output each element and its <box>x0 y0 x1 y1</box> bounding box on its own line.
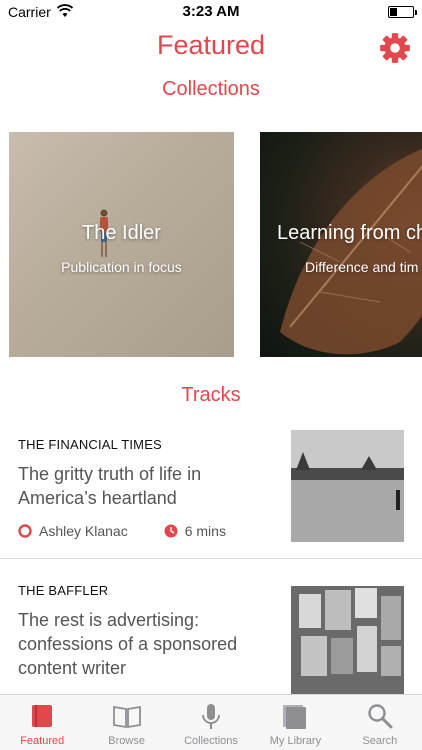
track-item[interactable]: THE FINANCIAL TIMES The gritty truth of … <box>0 430 422 558</box>
collection-card-idler[interactable]: The Idler Publication in focus <box>9 132 234 357</box>
track-title: The rest is advertising: confessions of … <box>18 610 238 678</box>
tracks-heading: Tracks <box>181 384 241 406</box>
collections-carousel[interactable]: The Idler Publication in focus Learning … <box>0 132 422 357</box>
track-item[interactable]: THE BAFFLER The rest is advertising: con… <box>0 576 422 698</box>
microphone-icon <box>202 704 220 729</box>
gear-icon[interactable] <box>378 31 412 65</box>
library-stack-icon <box>283 705 307 729</box>
magnifier-icon <box>368 704 393 729</box>
track-duration: 6 mins <box>184 523 226 539</box>
tab-label: Collections <box>184 735 238 747</box>
tab-label: My Library <box>269 735 322 747</box>
track-meta: Ashley Klanac 6 mins <box>18 523 226 539</box>
book-filled-icon <box>32 705 53 727</box>
tab-collections[interactable]: Collections <box>169 695 253 750</box>
track-source: THE FINANCIAL TIMES <box>18 437 162 452</box>
page-title: Featured <box>156 30 266 60</box>
tab-my-library[interactable]: My Library <box>253 695 337 750</box>
track-thumbnail-lake <box>291 430 404 542</box>
collection-card-subtitle: Difference and tim <box>305 259 419 275</box>
clock-icon <box>164 524 178 538</box>
collection-card-learning[interactable]: Learning from ch Difference and tim <box>260 132 422 357</box>
battery-icon <box>388 6 417 18</box>
tab-bar: Featured Browse Collections My Library S… <box>0 694 422 750</box>
tab-browse[interactable]: Browse <box>84 695 168 750</box>
status-bar: Carrier 3:23 AM <box>0 0 422 24</box>
tab-label: Featured <box>20 735 65 747</box>
track-title: The gritty truth of life in America’s he… <box>18 464 202 508</box>
open-book-icon <box>112 705 141 729</box>
tab-label: Search <box>362 735 398 747</box>
collection-card-title: The Idler <box>82 222 161 244</box>
clock: 3:23 AM <box>182 3 240 20</box>
track-source: THE BAFFLER <box>18 583 109 598</box>
track-author: Ashley Klanac <box>39 523 128 539</box>
collections-heading: Collections <box>162 78 260 100</box>
tab-search[interactable]: Search <box>338 695 422 750</box>
track-thumbnail-posters <box>291 586 404 698</box>
tab-label: Browse <box>108 735 145 747</box>
tab-featured[interactable]: Featured <box>0 695 84 750</box>
author-icon <box>18 524 32 538</box>
divider <box>0 558 422 559</box>
collection-card-title: Learning from ch <box>277 222 422 244</box>
collection-card-subtitle: Publication in focus <box>61 259 182 275</box>
